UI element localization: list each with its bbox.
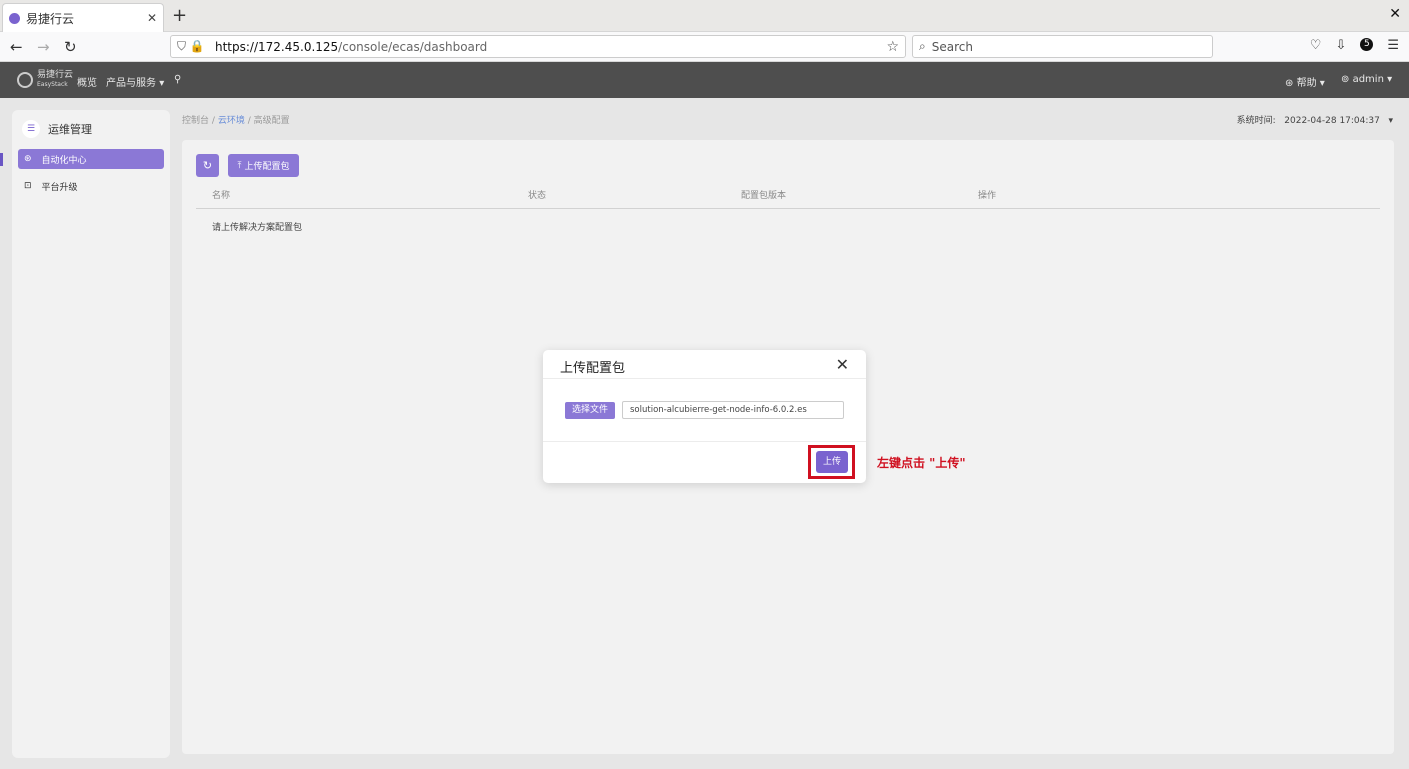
chevron-down-icon: ▾ [159,78,165,89]
logo-sub: EasyStack [37,81,68,88]
menu-icon[interactable]: ☰ [1387,38,1399,53]
nav-products[interactable]: 产品与服务 ▾ [106,74,164,89]
sidebar-item-automation[interactable]: ⊛ 自动化中心 [18,149,164,169]
help-menu[interactable]: ⊛ 帮助 ▾ [1285,74,1325,89]
column-header-actions: 操作 [978,191,997,201]
modal-title: 上传配置包 [560,361,626,376]
search-placeholder: Search [931,39,973,54]
sidebar-item-upgrade[interactable]: ⊡ 平台升级 [18,176,164,196]
sidebar: ☰ 运维管理 ⊛ 自动化中心 ⊡ 平台升级 [12,110,170,758]
app-logo[interactable]: 易捷行云 EasyStack [17,71,73,89]
browser-nav-bar: ← → ↻ ⛉ 🔒 https://172.45.0.125/console/e… [0,32,1409,62]
breadcrumb-current: 高级配置 [253,116,290,126]
logo-text: 易捷行云 [37,70,74,80]
upload-icon: ⤒ [237,160,242,171]
file-name-field[interactable]: solution-alcubierre-get-node-info-6.0.2.… [622,401,844,419]
sidebar-header: ☰ 运维管理 [22,120,92,138]
search-icon: ⌕ [919,39,926,53]
tab-title: 易捷行云 [26,11,75,26]
chevron-down-icon: ▾ [1388,116,1393,126]
pin-icon[interactable]: ⚲ [174,74,181,85]
logo-icon [17,72,33,88]
browser-tab[interactable]: 易捷行云 ✕ [2,3,164,32]
system-time[interactable]: 系统时间: 2022-04-28 17:04:37 ▾ [1237,113,1393,126]
help-icon: ⊛ [1285,78,1294,89]
nav-overview[interactable]: 概览 [77,74,97,89]
sidebar-title: 运维管理 [48,123,92,136]
search-input[interactable]: ⌕ Search [912,35,1213,58]
empty-table-text: 请上传解决方案配置包 [212,223,303,233]
back-arrow-icon[interactable]: ← [10,38,23,56]
url-text: https://172.45.0.125/console/ecas/dashbo… [215,39,488,54]
favicon-icon [9,12,20,24]
bookmark-star-icon[interactable]: ☆ [886,39,899,55]
monitor-icon: ⊡ [24,181,32,191]
extension-icon[interactable]: 5 [1360,38,1374,51]
sidebar-item-label: 平台升级 [41,182,78,193]
refresh-icon: ↻ [202,159,213,172]
url-bar[interactable]: ⛉ 🔒 https://172.45.0.125/console/ecas/da… [170,35,906,58]
app-header: 易捷行云 EasyStack 概览 产品与服务 ▾ ⚲ ⊛ 帮助 ▾ ⊚ admi… [0,62,1409,98]
column-header-name: 名称 [212,191,231,201]
tab-close-icon[interactable]: ✕ [147,11,157,25]
lock-icon: ⛉ 🔒 [177,39,205,53]
window-close-icon[interactable]: ✕ [1389,6,1401,22]
active-indicator [0,153,3,166]
choose-file-button[interactable]: 选择文件 [565,402,615,419]
instruction-annotation: 左键点击 "上传" [877,456,966,470]
close-icon[interactable]: ✕ [836,355,849,374]
modal-footer-divider [543,441,866,442]
pocket-icon[interactable]: ♡ [1310,38,1322,53]
refresh-button[interactable]: ↻ [196,154,219,177]
upload-package-button[interactable]: ⤒ 上传配置包 [228,154,299,177]
forward-arrow-icon[interactable]: → [37,38,50,56]
breadcrumb-cloud[interactable]: 云环境 [218,116,245,126]
browser-toolbar-icons: ♡ ⇩ 5 ☰ [1310,38,1399,53]
download-icon[interactable]: ⇩ [1335,38,1346,53]
column-header-status: 状态 [528,191,547,201]
browser-tab-bar: 易捷行云 ✕ + ✕ [0,0,1409,32]
modal-divider [543,378,866,379]
breadcrumb-home[interactable]: 控制台 [182,116,209,126]
click-highlight-box [808,445,855,479]
sidebar-item-label: 自动化中心 [41,155,87,166]
user-icon: ⊚ [1341,74,1350,85]
automation-icon: ⊛ [24,154,32,164]
table-divider [196,208,1380,209]
new-tab-icon[interactable]: + [172,5,187,26]
column-header-version: 配置包版本 [741,191,787,201]
user-menu[interactable]: ⊚ admin ▾ [1341,74,1392,85]
reload-icon[interactable]: ↻ [64,38,77,56]
breadcrumb: 控制台 / 云环境 / 高级配置 [182,116,290,126]
menu-toggle-icon[interactable]: ☰ [22,120,40,138]
